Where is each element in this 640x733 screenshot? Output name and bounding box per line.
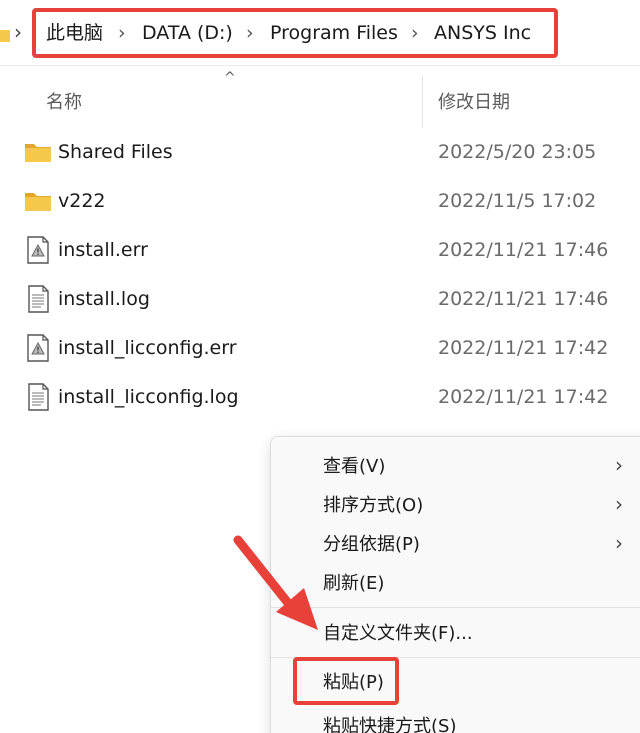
menu-item-paste-shortcut[interactable]: 粘贴快捷方式(S) (271, 707, 640, 733)
file-date: 2022/11/21 17:46 (438, 239, 609, 261)
file-date: 2022/5/20 23:05 (438, 141, 597, 163)
breadcrumb-item-data-drive[interactable]: DATA (D:) (142, 20, 233, 46)
list-item[interactable]: install_licconfig.log 2022/11/21 17:42 (0, 373, 640, 421)
menu-item-label: 自定义文件夹(F)... (323, 623, 473, 644)
file-name: install_licconfig.log (58, 386, 239, 408)
list-item[interactable]: Shared Files 2022/5/20 23:05 (0, 128, 640, 176)
file-name: install_licconfig.err (58, 337, 237, 359)
error-file-icon (27, 236, 49, 264)
text-file-icon (28, 383, 49, 411)
error-file-icon (27, 334, 49, 362)
address-bar[interactable]: › 此电脑 › DATA (D:) › Program Files › ANSY… (0, 0, 640, 66)
folder-icon (25, 193, 51, 211)
menu-item-label: 粘贴快捷方式(S) (323, 716, 457, 733)
chevron-right-icon: › (14, 20, 22, 44)
file-date: 2022/11/21 17:46 (438, 288, 609, 310)
menu-item-label: 查看(V) (323, 456, 386, 477)
file-date: 2022/11/21 17:42 (438, 386, 609, 408)
text-file-icon (28, 285, 49, 313)
file-date: 2022/11/5 17:02 (438, 190, 597, 212)
list-item[interactable]: install.err 2022/11/21 17:46 (0, 226, 640, 274)
file-name: Shared Files (58, 141, 173, 163)
annotation-arrow-icon (233, 535, 318, 630)
list-item[interactable]: install.log 2022/11/21 17:46 (0, 275, 640, 323)
file-name: v222 (58, 190, 106, 212)
chevron-right-icon[interactable]: › (118, 20, 126, 46)
menu-item-label: 分组依据(P) (323, 534, 420, 555)
file-name: install.err (58, 239, 148, 261)
column-date-header[interactable]: 修改日期 (438, 88, 510, 114)
menu-item-label: 刷新(E) (323, 573, 385, 594)
folder-icon (0, 30, 10, 42)
chevron-right-icon: › (615, 531, 623, 555)
folder-icon (25, 144, 51, 162)
menu-item-label: 排序方式(O) (323, 495, 424, 516)
column-header: 名称 ^ 修改日期 (0, 66, 640, 132)
menu-item-sort-by[interactable]: 排序方式(O) › (271, 486, 640, 526)
list-item[interactable]: install_licconfig.err 2022/11/21 17:42 (0, 324, 640, 372)
menu-item-label: 粘贴(P) (323, 672, 384, 693)
breadcrumb-item-program-files[interactable]: Program Files (270, 20, 398, 46)
menu-item-paste[interactable]: 粘贴(P) (271, 663, 640, 703)
chevron-right-icon: › (615, 492, 623, 516)
breadcrumb-item-ansys-inc[interactable]: ANSYS Inc (434, 20, 531, 46)
chevron-right-icon[interactable]: › (411, 20, 419, 46)
chevron-right-icon[interactable]: › (246, 20, 254, 46)
file-name: install.log (58, 288, 150, 310)
file-explorer-window: › 此电脑 › DATA (D:) › Program Files › ANSY… (0, 0, 640, 733)
sort-ascending-icon: ^ (224, 70, 236, 86)
chevron-right-icon: › (615, 453, 623, 477)
list-item[interactable]: v222 2022/11/5 17:02 (0, 177, 640, 225)
column-divider[interactable] (422, 76, 423, 128)
column-name-header[interactable]: 名称 (46, 88, 82, 114)
file-date: 2022/11/21 17:42 (438, 337, 609, 359)
breadcrumb-item-this-pc[interactable]: 此电脑 (46, 20, 103, 46)
menu-item-view[interactable]: 查看(V) › (271, 447, 640, 487)
